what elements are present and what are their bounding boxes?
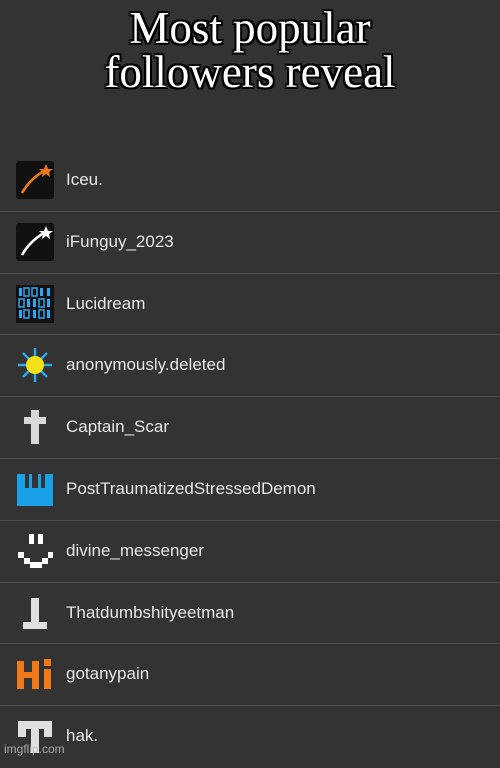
- follower-row[interactable]: hak.: [0, 706, 500, 768]
- follower-row[interactable]: Iceu.: [0, 150, 500, 212]
- caption-line-1: Most popular: [129, 3, 371, 53]
- follower-name[interactable]: Captain_Scar: [66, 397, 169, 457]
- follower-name[interactable]: gotanypain: [66, 644, 149, 704]
- watermark: imgflip.com: [4, 742, 65, 756]
- follower-row[interactable]: Captain_Scar: [0, 397, 500, 459]
- follower-name[interactable]: iFunguy_2023: [66, 212, 174, 272]
- follower-name[interactable]: anonymously.deleted: [66, 335, 225, 395]
- meme-caption: Most popular followers reveal: [0, 0, 500, 97]
- follower-row[interactable]: Thatdumbshityeetman: [0, 583, 500, 645]
- pixel-smiley-icon: [16, 532, 54, 570]
- caption-line-2: followers reveal: [104, 47, 396, 97]
- follower-row[interactable]: Lucidream: [0, 274, 500, 336]
- follower-name[interactable]: Thatdumbshityeetman: [66, 583, 234, 643]
- follower-row[interactable]: iFunguy_2023: [0, 212, 500, 274]
- shooting-star-orange-icon: [16, 161, 54, 199]
- inverted-t-icon: [16, 594, 54, 632]
- follower-row[interactable]: divine_messenger: [0, 521, 500, 583]
- sun-icon: [16, 346, 54, 384]
- follower-name[interactable]: PostTraumatizedStressedDemon: [66, 459, 316, 519]
- follower-row[interactable]: gotanypain: [0, 644, 500, 707]
- follower-row[interactable]: PostTraumatizedStressedDemon: [0, 459, 500, 521]
- cross-icon: [16, 408, 54, 446]
- orange-hi-icon: [16, 655, 54, 693]
- follower-name[interactable]: hak.: [66, 706, 98, 766]
- followers-list: Iceu. iFunguy_2023 Lucidream anonymously…: [0, 150, 500, 768]
- follower-row[interactable]: anonymously.deleted: [0, 335, 500, 398]
- follower-name[interactable]: Lucidream: [66, 274, 145, 334]
- follower-name[interactable]: divine_messenger: [66, 521, 204, 581]
- binary-code-icon: [16, 284, 54, 323]
- follower-name[interactable]: Iceu.: [66, 150, 103, 210]
- blue-castle-icon: [16, 470, 54, 508]
- shooting-star-white-icon: [16, 222, 54, 261]
